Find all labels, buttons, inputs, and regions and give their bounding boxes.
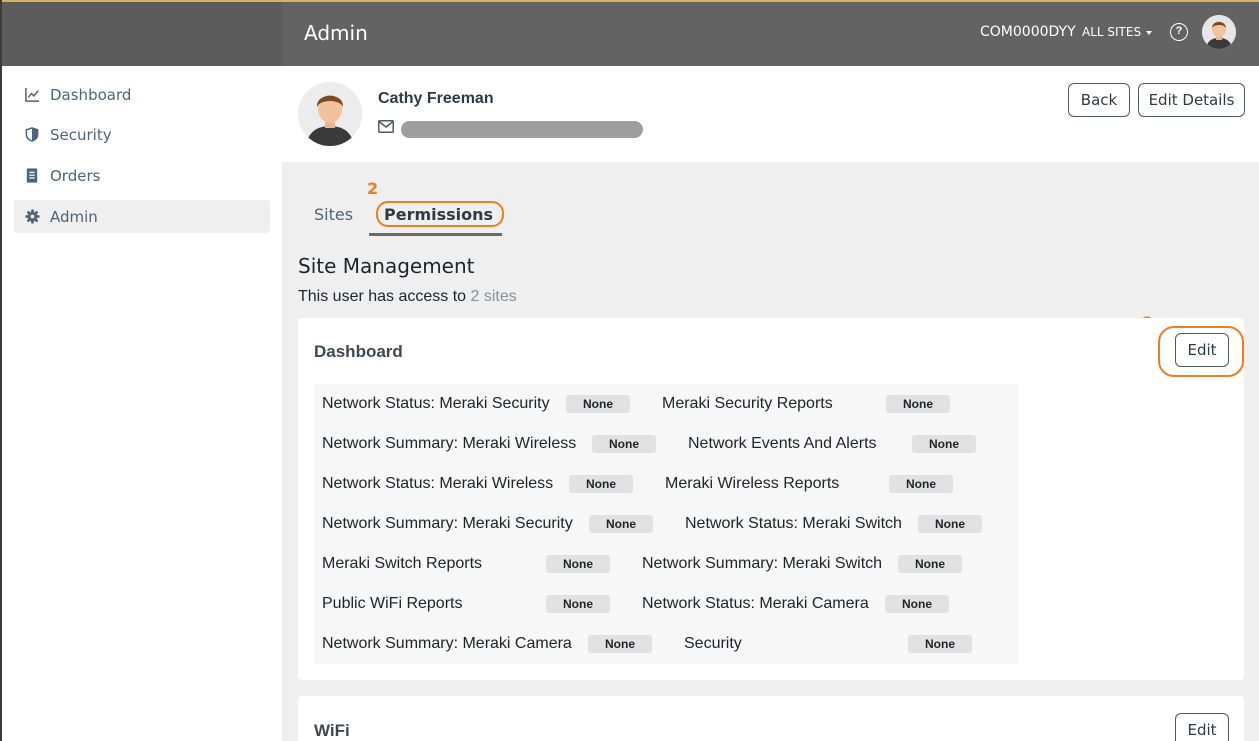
sidebar-item-orders[interactable]: Orders [14,159,270,192]
permission-badge: None [898,555,962,573]
header-logo-area [2,2,282,66]
access-summary: This user has access to 2 sites [298,288,517,306]
table-row: Network Summary: Meraki Camera None Secu… [314,624,1018,664]
access-prefix: This user has access to [298,288,467,305]
permission-badge: None [546,555,610,573]
caret-down-icon [1146,30,1153,35]
table-row: Network Summary: Meraki Wireless None Ne… [314,424,1018,464]
edit-wifi-button[interactable]: Edit [1175,713,1229,741]
permission-badge: None [566,395,630,413]
permission-label: Network Summary: Meraki Switch [642,555,883,572]
main-content: Cathy Freeman Back Edit Details 2 Sites … [282,66,1259,741]
card-title: Dashboard [314,342,403,361]
permission-badge: None [886,395,950,413]
table-row: Meraki Switch Reports None Network Summa… [314,544,1018,584]
permission-badge: None [592,435,656,453]
permission-badge: None [889,475,953,493]
back-button[interactable]: Back [1068,83,1130,117]
permission-label: Network Status: Meraki Switch [685,515,902,532]
sidebar: Dashboard Security Orders Admin [2,66,282,741]
permission-label: Public WiFi Reports [322,595,463,612]
access-count: 2 sites [470,288,517,305]
permission-label: Meraki Wireless Reports [665,475,840,492]
permission-label: Network Status: Meraki Camera [642,595,869,612]
permission-label: Network Events And Alerts [688,435,877,452]
shield-icon [24,127,40,143]
site-selector-label: ALL SITES [1082,25,1142,39]
sidebar-item-label: Dashboard [50,85,132,104]
site-selector-dropdown[interactable]: ALL SITES [1082,25,1153,39]
card-title: WiFi [314,721,350,740]
permission-label: Network Summary: Meraki Camera [322,635,572,652]
permission-label: Security [684,635,742,652]
table-row: Network Status: Meraki Security None Mer… [314,384,1018,424]
table-row: Network Summary: Meraki Security None Ne… [314,504,1018,544]
wifi-permissions-card: WiFi Edit [298,696,1244,741]
permission-label: Network Summary: Meraki Security [322,515,573,532]
permission-label: Meraki Switch Reports [322,555,483,572]
section-title: Site Management [298,254,475,278]
permission-badge: None [885,595,949,613]
permission-badge: None [546,595,610,613]
permission-label: Network Status: Meraki Security [322,395,550,412]
permission-badge: None [908,635,972,653]
sidebar-item-admin[interactable]: Admin [14,200,270,233]
user-avatar [298,82,362,146]
permission-badge: None [569,475,633,493]
permission-label: Network Summary: Meraki Wireless [322,435,577,452]
edit-details-button[interactable]: Edit Details [1138,83,1245,117]
permission-badge: None [918,515,982,533]
help-icon[interactable]: ? [1170,23,1188,41]
sidebar-item-label: Security [50,125,112,144]
chart-line-icon [24,87,40,103]
gear-icon [24,209,40,225]
sidebar-item-label: Admin [50,207,98,226]
active-tab-indicator [369,233,502,236]
permissions-table: Network Status: Meraki Security None Mer… [314,384,1018,664]
step-2-marker: 2 [367,179,379,198]
sidebar-item-security[interactable]: Security [14,118,270,151]
dashboard-permissions-card: Dashboard Edit Network Status: Meraki Se… [298,318,1244,680]
tab-sites[interactable]: Sites [314,205,353,224]
header-user-avatar[interactable] [1202,15,1236,49]
sidebar-item-dashboard[interactable]: Dashboard [14,78,270,111]
table-row: Public WiFi Reports None Network Status:… [314,584,1018,624]
permission-badge: None [912,435,976,453]
permission-badge: None [589,515,653,533]
permission-label: Network Status: Meraki Wireless [322,475,554,492]
receipt-icon [24,168,40,184]
user-profile-header: Cathy Freeman Back Edit Details [282,66,1259,162]
page-title: Admin [304,21,368,45]
user-name: Cathy Freeman [378,90,494,107]
company-code: COM0000DYY [980,24,1076,40]
envelope-icon [378,120,394,138]
sidebar-item-label: Orders [50,166,101,185]
email-redacted [401,121,643,138]
permission-label: Meraki Security Reports [662,395,833,412]
edit-dashboard-button[interactable]: Edit [1175,333,1229,367]
permission-badge: None [588,635,652,653]
table-row: Network Status: Meraki Wireless None Mer… [314,464,1018,504]
tab-permissions[interactable]: Permissions [384,205,493,224]
